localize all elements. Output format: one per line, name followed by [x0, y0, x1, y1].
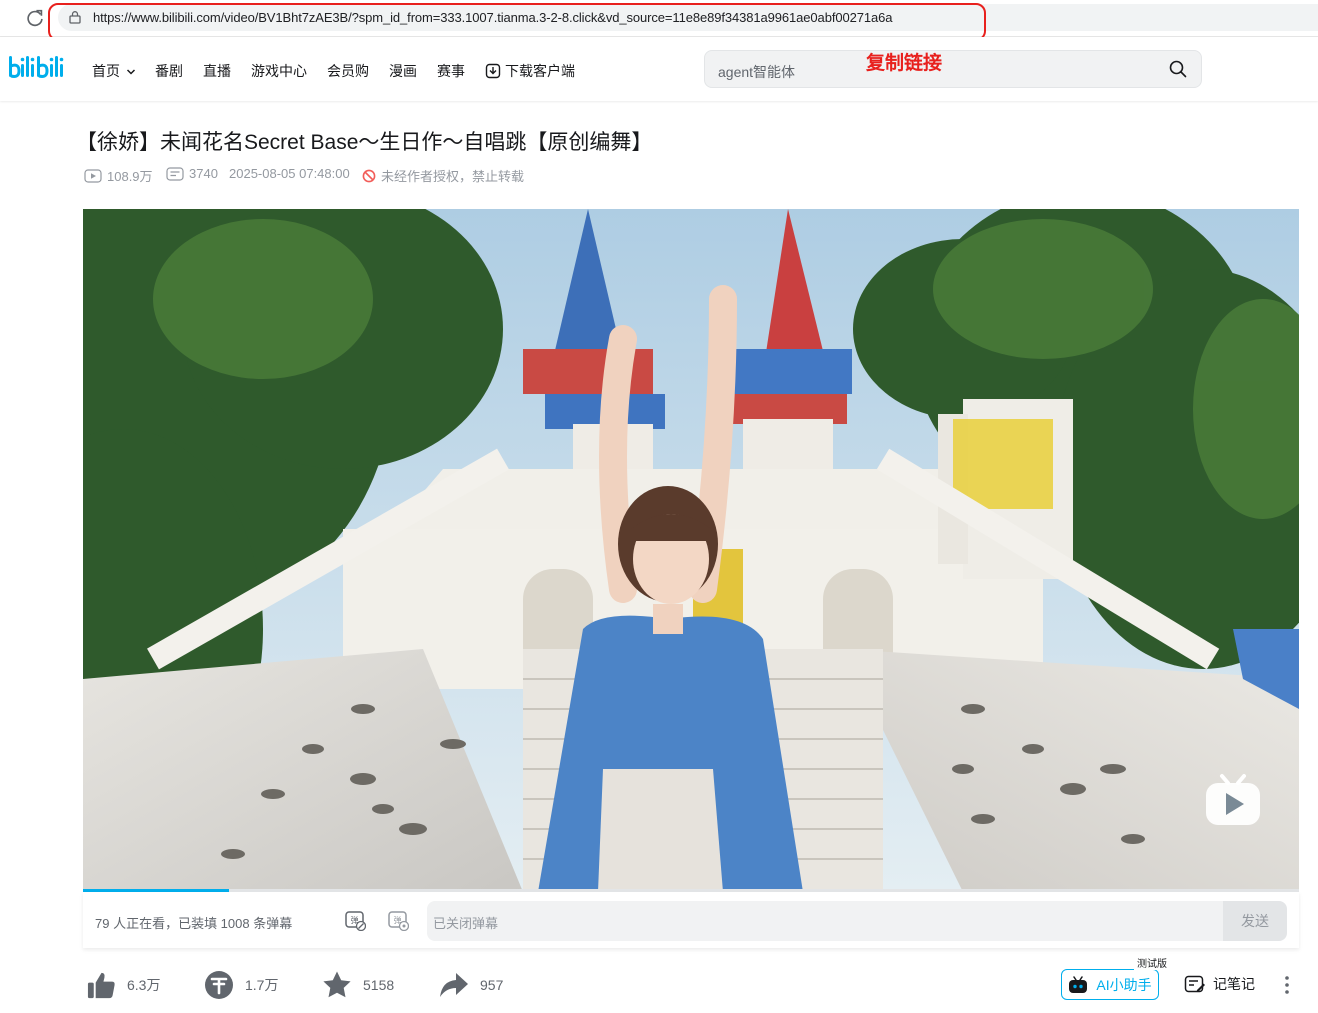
- search-placeholder: agent智能体: [718, 64, 796, 80]
- nav-vip-shop[interactable]: 会员购: [327, 61, 369, 81]
- play-icon[interactable]: [1204, 773, 1262, 827]
- danmaku-input-placeholder: 已关闭弹幕: [433, 916, 499, 931]
- like-button[interactable]: 6.3万: [86, 968, 160, 1002]
- robot-icon: [1069, 975, 1088, 993]
- copy-link-annotation: 复制链接: [866, 53, 943, 74]
- view-count-text: 108.9万: [107, 169, 153, 184]
- ai-assistant-label: AI小助手: [1096, 976, 1152, 993]
- search-input[interactable]: agent智能体: [704, 50, 1202, 88]
- danmaku-bar: 79 人正在看，已装填 1008 条弹幕 弹 弹 已关闭弹幕 发送: [83, 892, 1299, 948]
- danmaku-toggle-icon[interactable]: 弹: [344, 909, 366, 931]
- more-icon[interactable]: [1278, 974, 1296, 996]
- danmaku-settings-icon[interactable]: 弹: [387, 909, 409, 931]
- share-count: 957: [480, 977, 504, 993]
- favorite-button[interactable]: 5158: [321, 968, 394, 1002]
- danmaku-count-text: 3740: [189, 166, 218, 181]
- bilibili-logo[interactable]: [6, 51, 70, 83]
- favorite-count: 5158: [363, 977, 395, 993]
- nav-bangumi[interactable]: 番剧: [155, 61, 183, 81]
- video-player[interactable]: [83, 209, 1299, 892]
- download-icon: [485, 63, 501, 79]
- video-frame-image: [83, 209, 1299, 892]
- viewer-count-text: 79 人正在看，已装填 1008 条弹幕: [95, 916, 293, 931]
- take-notes-label: 记笔记: [1213, 976, 1255, 992]
- share-icon: [440, 973, 468, 997]
- nav-manga[interactable]: 漫画: [389, 61, 417, 81]
- danmaku-input[interactable]: 已关闭弹幕: [427, 901, 1223, 941]
- publish-date: 2025-08-05 07:48:00: [229, 166, 350, 181]
- nav-download-label: 下载客户端: [505, 63, 575, 79]
- like-count: 6.3万: [127, 977, 161, 993]
- thumbs-up-icon: [87, 972, 115, 998]
- chevron-down-icon: [126, 69, 135, 75]
- nav-live[interactable]: 直播: [203, 61, 231, 81]
- nav-home-label: 首页: [92, 63, 120, 79]
- take-notes-button[interactable]: 记笔记: [1184, 974, 1255, 994]
- nav-download-client[interactable]: 下载客户端: [485, 61, 575, 81]
- send-danmaku-button[interactable]: 发送: [1223, 901, 1287, 941]
- coin-count: 1.7万: [245, 977, 279, 993]
- beta-badge: 测试版: [1134, 955, 1170, 970]
- ai-assistant-button[interactable]: AI小助手: [1061, 969, 1159, 1000]
- nav-esports[interactable]: 赛事: [437, 61, 465, 81]
- coin-icon: [205, 971, 233, 999]
- search-icon[interactable]: [1169, 60, 1187, 78]
- forbidden-icon: [362, 169, 376, 182]
- url-highlight-box: [48, 3, 986, 41]
- reload-icon[interactable]: [24, 7, 46, 29]
- danmaku-count-icon: [166, 166, 184, 181]
- notes-icon: [1184, 975, 1205, 993]
- nav-home[interactable]: 首页: [92, 61, 136, 81]
- nav-game-center[interactable]: 游戏中心: [251, 61, 307, 81]
- browser-address-bar: https://www.bilibili.com/video/BV1Bht7zA…: [0, 0, 1318, 41]
- star-icon: [323, 971, 351, 998]
- share-button[interactable]: 957: [438, 968, 503, 1002]
- danmaku-count: 3740: [166, 166, 218, 181]
- video-title: 【徐娇】未闻花名Secret Base～生日作～自唱跳【原创编舞】: [76, 131, 653, 154]
- copyright-notice-text: 未经作者授权，禁止转载: [381, 169, 525, 184]
- site-header: 首页 番剧 直播 游戏中心 会员购 漫画 赛事 下载客户端 agent智能体 复…: [0, 37, 1318, 101]
- copyright-notice: 未经作者授权，禁止转载: [362, 166, 524, 185]
- coin-button[interactable]: 1.7万: [203, 968, 278, 1002]
- play-count-icon: [84, 168, 102, 183]
- view-count: 108.9万: [84, 166, 153, 185]
